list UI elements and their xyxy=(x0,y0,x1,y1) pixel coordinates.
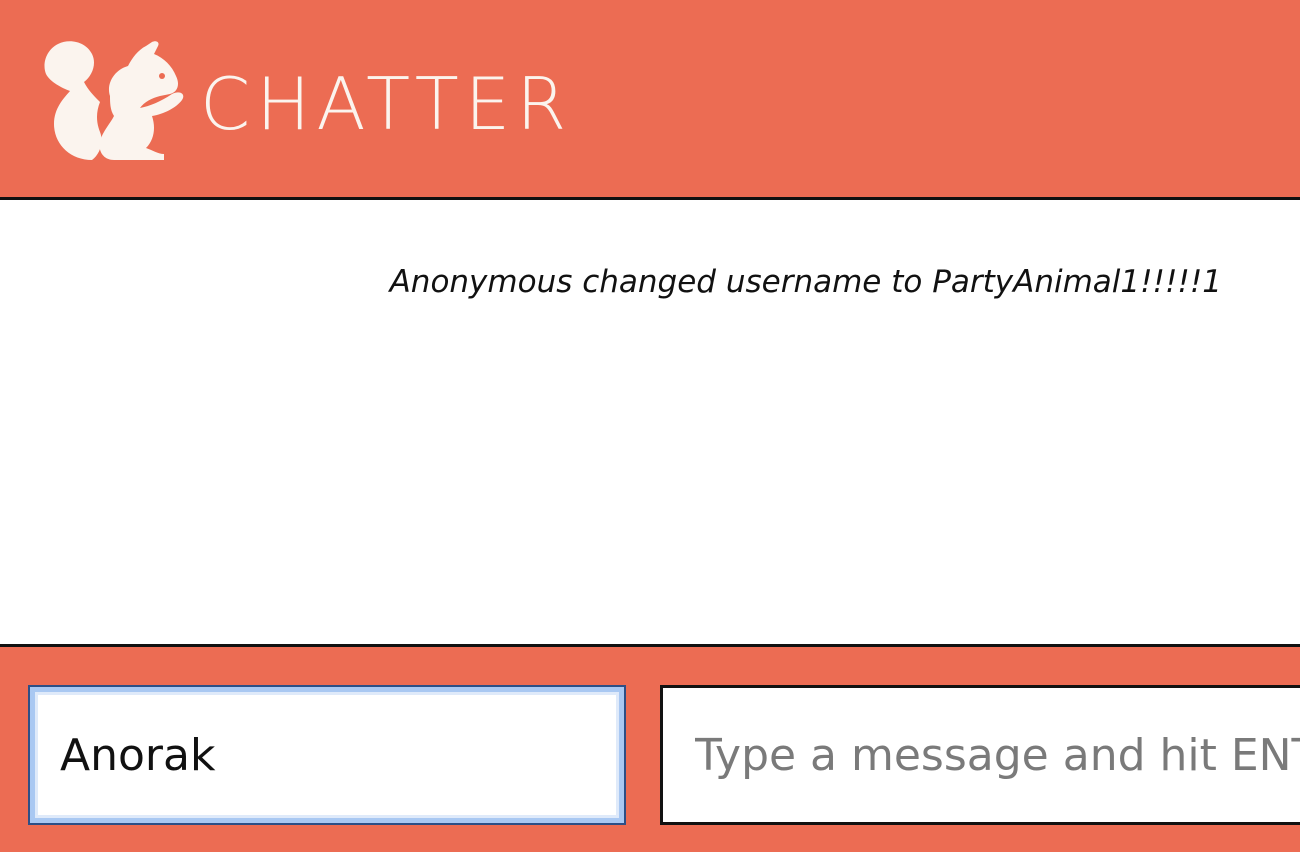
app-header: CHATTER xyxy=(0,0,1300,200)
message-input[interactable] xyxy=(660,685,1300,825)
squirrel-icon xyxy=(44,41,184,161)
chat-footer xyxy=(0,644,1300,852)
brand-wordmark: CHATTER xyxy=(200,62,573,146)
username-input[interactable] xyxy=(28,685,626,825)
chat-app: CHATTER Anonymous changed username to Pa… xyxy=(0,0,1300,852)
system-message: Anonymous changed username to PartyAnima… xyxy=(389,264,1222,300)
message-list: Anonymous changed username to PartyAnima… xyxy=(0,200,1300,644)
